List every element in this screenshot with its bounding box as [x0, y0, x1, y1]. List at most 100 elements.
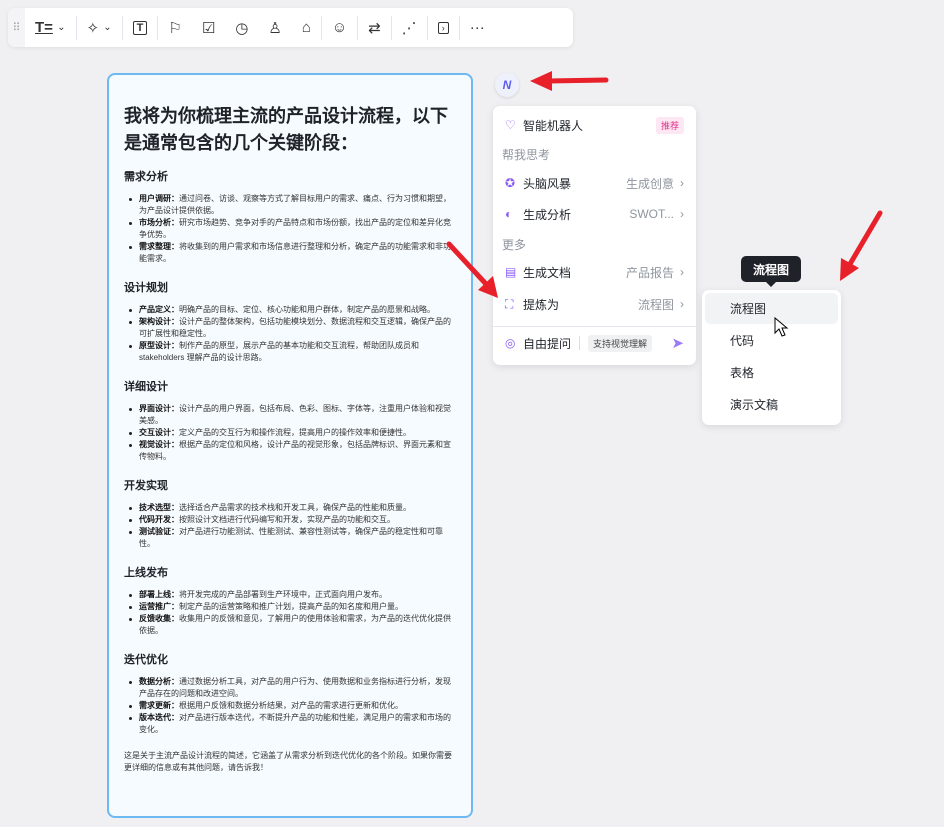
- menu-item-value: 生成创意: [625, 176, 674, 191]
- flag-button[interactable]: ⚐: [158, 8, 191, 47]
- submenu-item-slides[interactable]: 演示文稿: [705, 389, 838, 420]
- user-button[interactable]: ♙: [258, 8, 291, 47]
- list-item: 需求整理：将收集到的用户需求和市场信息进行整理和分析，确定产品的功能需求和非功能…: [124, 241, 457, 265]
- text-style-button[interactable]: T= ⌄: [25, 8, 76, 47]
- clock-button[interactable]: ◷: [225, 8, 258, 47]
- flowchart-icon: ⛶: [505, 296, 514, 311]
- answer-title: 我将为你梳理主流的产品设计流程，以下是通常包含的几个关键阶段：: [124, 106, 448, 153]
- convert-button[interactable]: ⇄: [358, 8, 391, 47]
- menu-item-label: 头脑风暴: [523, 176, 572, 191]
- chevron-down-icon: ⌄: [57, 22, 66, 33]
- item-term: 技术选型：: [139, 503, 179, 512]
- drag-handle-icon[interactable]: ⠿: [8, 8, 25, 47]
- text-box-icon: T: [132, 20, 148, 35]
- item-term: 需求整理：: [139, 242, 179, 251]
- divider: [493, 326, 696, 327]
- chevron-down-icon: ⌄: [103, 22, 112, 33]
- chevron-right-icon: ›: [680, 297, 684, 311]
- item-term: 需求更新：: [139, 701, 179, 710]
- submenu-item-code[interactable]: 代码: [705, 325, 838, 356]
- send-icon[interactable]: ➤: [671, 334, 684, 352]
- share-nodes-icon: ⋰: [401, 19, 417, 37]
- more-button[interactable]: ···: [460, 8, 495, 47]
- list-item: 界面设计：设计产品的用户界面，包括布局、色彩、图标、字体等，注重用户体验和视觉美…: [124, 403, 457, 427]
- panel-button[interactable]: ›: [428, 8, 459, 47]
- list-item: 视觉设计：根据产品的定位和风格，设计产品的视觉形象，包括品牌标识、界面元素和宣传…: [124, 439, 457, 463]
- list-item: 用户调研：通过问卷、访谈、观察等方式了解目标用户的需求、痛点、行为习惯和期望，为…: [124, 193, 457, 217]
- list-item: 版本迭代：对产品进行版本迭代，不断提升产品的功能和性能，满足用户的需求和市场的变…: [124, 712, 457, 736]
- convert-icon: ⇄: [368, 19, 381, 37]
- section-list: 数据分析：通过数据分析工具，对产品的用户行为、使用数据和业务指标进行分析，发现产…: [124, 676, 457, 736]
- more-icon: ···: [469, 19, 485, 36]
- extract-submenu: 流程图 代码 表格 演示文稿: [702, 290, 841, 425]
- menu-item-brainstorm[interactable]: ✪ 头脑风暴 生成创意 ›: [493, 170, 696, 196]
- section-heading: 设计规划: [124, 282, 168, 294]
- divider: [579, 336, 581, 350]
- item-text: 明确产品的目标、定位、核心功能和用户群体，制定产品的愿景和战略。: [179, 305, 435, 314]
- section-heading: 迭代优化: [124, 654, 168, 666]
- list-item: 部署上线：将开发完成的产品部署到生产环境中，正式面向用户发布。: [124, 589, 457, 601]
- menu-item-label: 生成分析: [523, 207, 572, 222]
- ask-icon: ◎: [505, 336, 516, 350]
- answer-footer: 这是关于主流产品设计流程的简述，它涵盖了从需求分析到迭代优化的各个阶段。如果你需…: [124, 751, 452, 772]
- menu-item-label: 生成文档: [523, 265, 572, 280]
- item-text: 按照设计文档进行代码编写和开发，实现产品的功能和交互。: [179, 515, 395, 524]
- submenu-item-table[interactable]: 表格: [705, 357, 838, 388]
- brainstorm-icon: ✪: [505, 176, 516, 190]
- menu-item-value: 产品报告: [625, 265, 674, 280]
- item-text: 选择适合产品需求的技术栈和开发工具，确保产品的性能和质量。: [179, 503, 411, 512]
- menu-item-generate-doc[interactable]: ▤ 生成文档 产品报告 ›: [493, 259, 696, 285]
- section-list: 用户调研：通过问卷、访谈、观察等方式了解目标用户的需求、痛点、行为习惯和期望，为…: [124, 193, 457, 265]
- ai-magic-button[interactable]: ✧ ⌄: [77, 8, 122, 47]
- item-term: 市场分析：: [139, 218, 179, 227]
- item-term: 部署上线：: [139, 590, 179, 599]
- tag-icon: ⌂: [301, 19, 311, 36]
- item-term: 数据分析：: [139, 677, 179, 686]
- item-term: 代码开发：: [139, 515, 179, 524]
- tooltip: 流程图: [741, 256, 801, 287]
- list-item: 反馈收集：收集用户的反馈和意见，了解用户的使用体验和需求，为产品的迭代优化提供依…: [124, 613, 457, 637]
- tag-button[interactable]: ⌂: [292, 8, 321, 47]
- list-item: 技术选型：选择适合产品需求的技术栈和开发工具，确保产品的性能和质量。: [124, 502, 457, 514]
- section-heading: 上线发布: [124, 567, 168, 579]
- menu-item-label: 智能机器人: [523, 118, 584, 133]
- ai-assistant-button[interactable]: N: [495, 73, 519, 97]
- chevron-right-icon: ›: [680, 207, 684, 221]
- ai-action-menu: ♡ 智能机器人 推荐 帮我思考 ✪ 头脑风暴 生成创意 › ◐ 生成分析 SWOT... › 更…: [493, 106, 696, 365]
- list-item: 原型设计：制作产品的原型，展示产品的基本功能和交互流程，帮助团队成员和 stak…: [124, 340, 457, 364]
- submenu-item-flowchart[interactable]: 流程图: [705, 293, 838, 324]
- section-heading: 详细设计: [124, 381, 168, 393]
- item-term: 原型设计：: [139, 341, 179, 350]
- item-text: 设计产品的整体架构，包括功能模块划分、数据流程和交互逻辑，确保产品的可扩展性和稳…: [139, 317, 451, 338]
- checkbox-button[interactable]: ☑: [192, 8, 225, 47]
- item-term: 版本迭代：: [139, 713, 179, 722]
- red-arrow-icon: [840, 210, 883, 281]
- item-term: 测试验证：: [139, 527, 179, 536]
- item-text: 收集用户的反馈和意见，了解用户的使用体验和需求，为产品的迭代优化提供依据。: [139, 614, 451, 635]
- mindmap-button[interactable]: ⋰: [392, 8, 427, 47]
- menu-item-value: 流程图: [637, 297, 674, 312]
- text-box-button[interactable]: T: [123, 8, 158, 47]
- section-heading: 需求分析: [124, 171, 168, 183]
- menu-item-extract[interactable]: ⛶ 提炼为 流程图 ›: [493, 291, 696, 317]
- list-item: 产品定义：明确产品的目标、定位、核心功能和用户群体，制定产品的愿景和战略。: [124, 304, 457, 316]
- document-icon: ▤: [505, 265, 517, 279]
- section-list: 技术选型：选择适合产品需求的技术栈和开发工具，确保产品的性能和质量。 代码开发：按…: [124, 502, 457, 550]
- menu-item-free-ask[interactable]: ◎ 自由提问 支持视觉理解 ➤: [493, 330, 696, 356]
- item-text: 将开发完成的产品部署到生产环境中，正式面向用户发布。: [179, 590, 387, 599]
- list-item: 需求更新：根据用户反馈和数据分析结果，对产品的需求进行更新和优化。: [124, 700, 457, 712]
- section-list: 部署上线：将开发完成的产品部署到生产环境中，正式面向用户发布。 运营推广：制定产品…: [124, 589, 457, 637]
- recommend-badge: 推荐: [655, 116, 684, 134]
- group-label: 更多: [502, 238, 527, 252]
- menu-item-value: SWOT...: [629, 207, 674, 221]
- item-term: 界面设计：: [139, 404, 179, 413]
- menu-item-analysis[interactable]: ◐ 生成分析 SWOT... ›: [493, 201, 696, 227]
- emoji-add-button[interactable]: ☺: [322, 8, 357, 47]
- item-text: 制定产品的运营策略和推广计划，提高产品的知名度和用户量。: [179, 602, 403, 611]
- panel-icon: ›: [437, 21, 449, 34]
- item-term: 交互设计：: [139, 428, 179, 437]
- item-text: 研究市场趋势、竞争对手的产品特点和市场份额，找出产品的定位和差异化竞争优势。: [139, 218, 451, 239]
- ai-answer-card[interactable]: 我将为你梳理主流的产品设计流程，以下是通常包含的几个关键阶段： 需求分析用户调研…: [107, 73, 473, 818]
- menu-item-label: 自由提问: [523, 336, 572, 351]
- menu-item-robot[interactable]: ♡ 智能机器人 推荐: [493, 112, 696, 138]
